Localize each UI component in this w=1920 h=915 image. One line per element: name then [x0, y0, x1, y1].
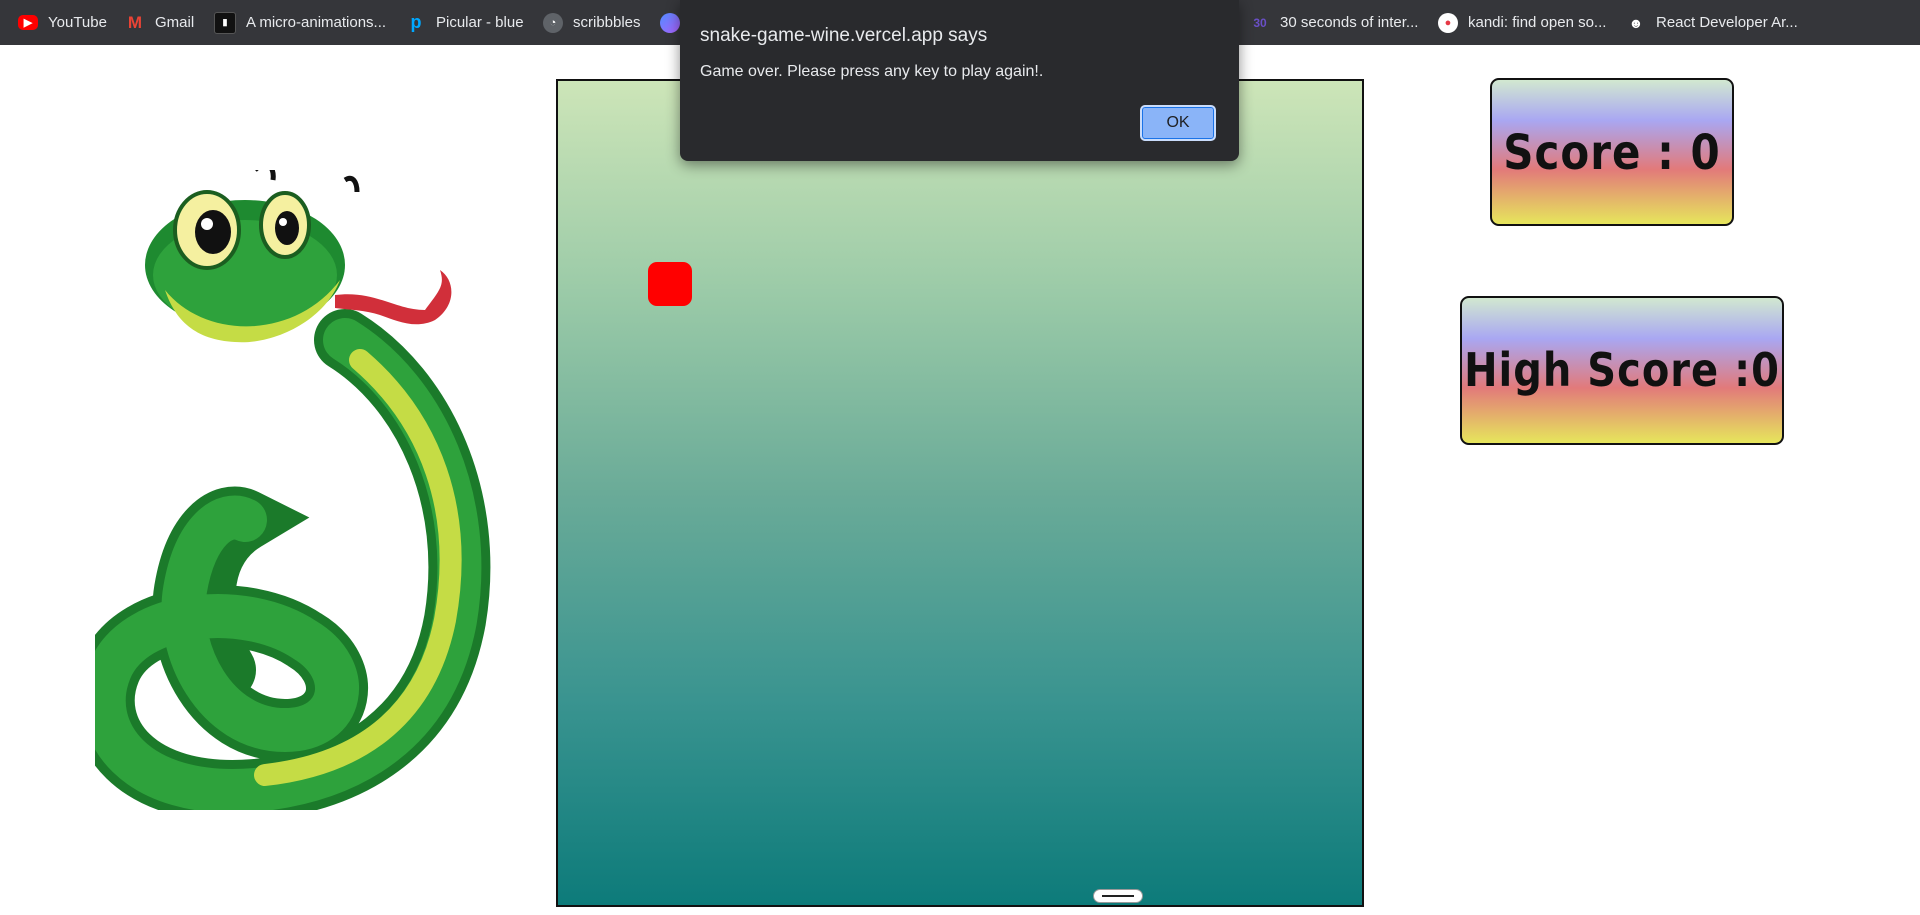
snake-illustration [95, 170, 491, 810]
snake-food [648, 262, 692, 306]
high-score-display: High Score :0 [1460, 296, 1784, 445]
scroll-handle[interactable] [1093, 889, 1143, 903]
score-label: Score : 0 [1503, 123, 1721, 181]
react-dev-icon: ☻ [1628, 14, 1644, 31]
bookmark-gmail[interactable]: M Gmail [125, 0, 194, 45]
high-score-label: High Score :0 [1464, 344, 1780, 397]
bookmark-picular[interactable]: p Picular - blue [406, 0, 524, 45]
bookmark-micro-animations[interactable]: ▮ A micro-animations... [214, 0, 386, 45]
bookmark-30-seconds[interactable]: 30 30 seconds of inter... [1250, 0, 1418, 45]
dialog-message: Game over. Please press any key to play … [700, 63, 1044, 80]
dialog-title: snake-game-wine.vercel.app says [700, 25, 988, 46]
gmail-icon: M [127, 12, 143, 32]
micro-animations-icon: ▮ [214, 11, 236, 34]
bookmark-scribbbles[interactable]: ◔ scribbbles [543, 0, 641, 45]
bookmark-react-developer[interactable]: ☻ React Developer Ar... [1626, 0, 1798, 45]
30-seconds-icon: 30 [1253, 15, 1267, 30]
alert-dialog: snake-game-wine.vercel.app says Game ove… [680, 0, 1239, 161]
scribbbles-icon: ◔ [543, 12, 563, 33]
picular-icon: p [410, 12, 422, 32]
bookmark-kandi[interactable]: ● kandi: find open so... [1438, 0, 1606, 45]
kandi-icon: ● [1438, 12, 1458, 33]
game-board[interactable] [556, 79, 1364, 907]
ok-button[interactable]: OK [1140, 105, 1216, 141]
score-display: Score : 0 [1490, 78, 1734, 226]
youtube-icon: ▶ [18, 15, 38, 30]
bookmark-youtube[interactable]: ▶ YouTube [18, 0, 107, 45]
app-icon [660, 12, 680, 33]
